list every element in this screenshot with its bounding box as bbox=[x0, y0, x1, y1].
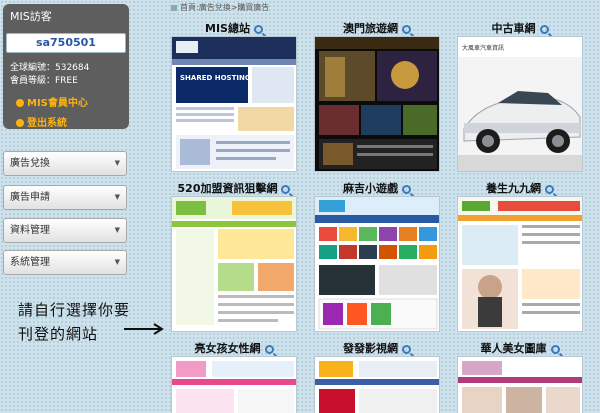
site-title-text: 中古車網 bbox=[491, 22, 536, 35]
menu-system-manage[interactable]: 系統管理 ▼ bbox=[3, 250, 127, 275]
magnifier-icon[interactable] bbox=[402, 24, 411, 34]
site-title-text: 520加盟資訊狙擊網 bbox=[177, 182, 278, 195]
menu-ad-exchange[interactable]: 廣告兌換 ▼ bbox=[3, 151, 127, 176]
magnifier-icon[interactable] bbox=[550, 344, 560, 354]
site-title-mis[interactable]: MIS總站 bbox=[171, 20, 297, 36]
logout-link[interactable]: 登出系統 bbox=[16, 114, 67, 129]
member-level: 會員等級：FREE bbox=[10, 76, 78, 86]
member-center-icon bbox=[16, 99, 24, 107]
site-title-520[interactable]: 520加盟資訊狙擊網 bbox=[171, 180, 297, 196]
thumbnail-520[interactable] bbox=[171, 196, 297, 332]
menu-label: 廣告兌換 bbox=[10, 158, 50, 169]
site-title-health[interactable]: 養生九九網 bbox=[457, 180, 583, 196]
site-title-text: 亮女孩女性網 bbox=[194, 342, 261, 355]
magnifier-icon[interactable] bbox=[253, 24, 263, 34]
thumbnail-macau[interactable] bbox=[314, 36, 440, 172]
thumbnail-girl-image bbox=[172, 357, 296, 413]
site-title-beauty[interactable]: 華人美女圖庫 bbox=[457, 340, 583, 356]
thumbnail-520-image bbox=[172, 197, 296, 331]
thumbnail-health[interactable] bbox=[457, 196, 583, 332]
username-display: sa750501 bbox=[6, 33, 126, 53]
dropdown-arrow-icon: ▼ bbox=[114, 226, 120, 234]
note-line-2: 刊登的網站 bbox=[18, 325, 99, 343]
site-title-text: 華人美女圖庫 bbox=[480, 342, 547, 355]
car-site-header: 大風車汽車資訊 bbox=[462, 45, 505, 52]
magnifier-icon[interactable] bbox=[545, 184, 554, 194]
menu-label: 系統管理 bbox=[10, 257, 50, 268]
thumbnail-mis[interactable]: SHARED HOSTING bbox=[171, 36, 297, 172]
thumbnail-girl[interactable] bbox=[171, 356, 297, 413]
thumbnail-movie-image bbox=[315, 357, 439, 413]
site-title-text: 養生九九網 bbox=[486, 182, 541, 195]
thumbnail-game-image bbox=[315, 197, 439, 331]
thumbnail-movie[interactable] bbox=[314, 356, 440, 413]
logout-label: 登出系統 bbox=[27, 118, 67, 129]
breadcrumb: 首頁:廣告兌換>購買廣告 bbox=[171, 2, 269, 13]
member-center-link[interactable]: MIS會員中心 bbox=[16, 94, 88, 109]
site-title-girl[interactable]: 亮女孩女性網 bbox=[171, 340, 297, 356]
home-icon bbox=[171, 4, 177, 11]
magnifier-icon[interactable] bbox=[539, 24, 549, 34]
logout-icon bbox=[16, 119, 24, 127]
member-center-label: MIS會員中心 bbox=[27, 98, 88, 109]
site-title-movie[interactable]: 發發影視網 bbox=[314, 340, 440, 356]
instruction-note: 請自行選擇你要 刊登的網站 bbox=[18, 298, 130, 346]
menu-label: 廣告申請 bbox=[10, 192, 50, 203]
thumbnail-used-car[interactable]: 大風車汽車資訊 bbox=[457, 36, 583, 172]
thumbnail-health-image bbox=[458, 197, 582, 331]
sidebar: MIS訪客 sa750501 全球編號：532684 會員等級：FREE MIS… bbox=[0, 0, 130, 413]
menu-label: 資料管理 bbox=[10, 225, 50, 236]
site-title-text: 麻吉小遊戲 bbox=[343, 182, 398, 195]
user-info-box: MIS訪客 sa750501 全球編號：532684 會員等級：FREE MIS… bbox=[3, 4, 129, 129]
thumbnail-beauty[interactable] bbox=[457, 356, 583, 413]
dropdown-arrow-icon: ▼ bbox=[114, 258, 120, 266]
site-title-game[interactable]: 麻吉小遊戲 bbox=[314, 180, 440, 196]
site-title-text: MIS總站 bbox=[205, 22, 250, 35]
user-box-title: MIS訪客 bbox=[10, 10, 52, 23]
magnifier-icon[interactable] bbox=[402, 184, 411, 194]
menu-ad-apply[interactable]: 廣告申請 ▼ bbox=[3, 185, 127, 210]
arrow-right-icon bbox=[124, 323, 164, 335]
note-line-1: 請自行選擇你要 bbox=[18, 301, 131, 319]
thumbnail-beauty-image bbox=[458, 357, 582, 413]
site-title-macau[interactable]: 澳門旅遊網 bbox=[314, 20, 440, 36]
site-title-text: 發發影視網 bbox=[343, 342, 398, 355]
magnifier-icon[interactable] bbox=[281, 184, 291, 194]
thumbnail-mis-image bbox=[172, 37, 296, 171]
magnifier-icon[interactable] bbox=[402, 344, 411, 354]
magnifier-icon[interactable] bbox=[264, 344, 274, 354]
breadcrumb-text: 首頁:廣告兌換>購買廣告 bbox=[180, 3, 270, 12]
menu-data-manage[interactable]: 資料管理 ▼ bbox=[3, 218, 127, 243]
site-title-text: 澳門旅遊網 bbox=[343, 22, 398, 35]
shared-hosting-label: SHARED HOSTING bbox=[180, 74, 251, 82]
thumbnail-game[interactable] bbox=[314, 196, 440, 332]
dropdown-arrow-icon: ▼ bbox=[114, 159, 120, 167]
thumbnail-used-car-image bbox=[458, 37, 582, 171]
thumbnail-macau-image bbox=[315, 37, 439, 171]
member-number: 全球編號：532684 bbox=[10, 63, 90, 73]
dropdown-arrow-icon: ▼ bbox=[114, 193, 120, 201]
site-title-used-car[interactable]: 中古車網 bbox=[457, 20, 583, 36]
